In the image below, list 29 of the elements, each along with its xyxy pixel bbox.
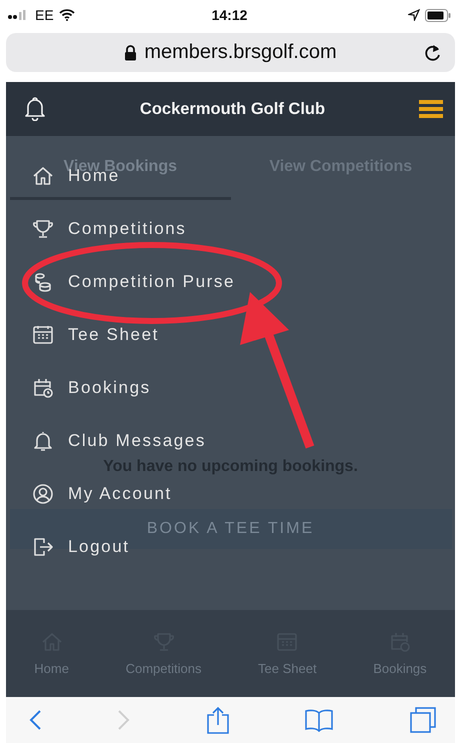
trophy-icon [32, 218, 54, 240]
bookmarks-icon[interactable] [304, 708, 334, 732]
share-icon[interactable] [206, 706, 230, 734]
calendar-grid-icon [32, 324, 54, 346]
menu-item[interactable]: Club Messages [68, 430, 206, 450]
menu-item[interactable]: Bookings [68, 378, 151, 398]
menu-item[interactable]: My Account [68, 484, 172, 504]
bell-icon[interactable] [24, 97, 46, 121]
tabs-icon[interactable] [409, 706, 437, 734]
menu-icon[interactable] [418, 99, 443, 119]
reload-icon[interactable] [423, 43, 443, 63]
bell-icon [32, 430, 54, 452]
calendar-clock-icon [32, 376, 54, 398]
battery-icon [425, 8, 451, 22]
logout-icon [32, 536, 54, 558]
home-icon [32, 164, 54, 186]
menu-item[interactable]: Competition Purse [68, 272, 236, 292]
back-icon[interactable] [28, 709, 42, 731]
wifi-icon [58, 9, 75, 21]
address-bar[interactable]: members.brsgolf.com [6, 33, 455, 72]
user-circle-icon [32, 482, 54, 504]
menu-item[interactable]: Tee Sheet [68, 324, 159, 344]
club-title: Cockermouth Golf Club [140, 100, 326, 118]
coins-icon [32, 270, 54, 292]
menu-item[interactable]: Competitions [68, 218, 186, 238]
lock-icon [124, 44, 138, 60]
carrier-name: EE [35, 7, 54, 23]
status-time: 14:12 [212, 7, 248, 23]
location-icon [408, 9, 420, 21]
